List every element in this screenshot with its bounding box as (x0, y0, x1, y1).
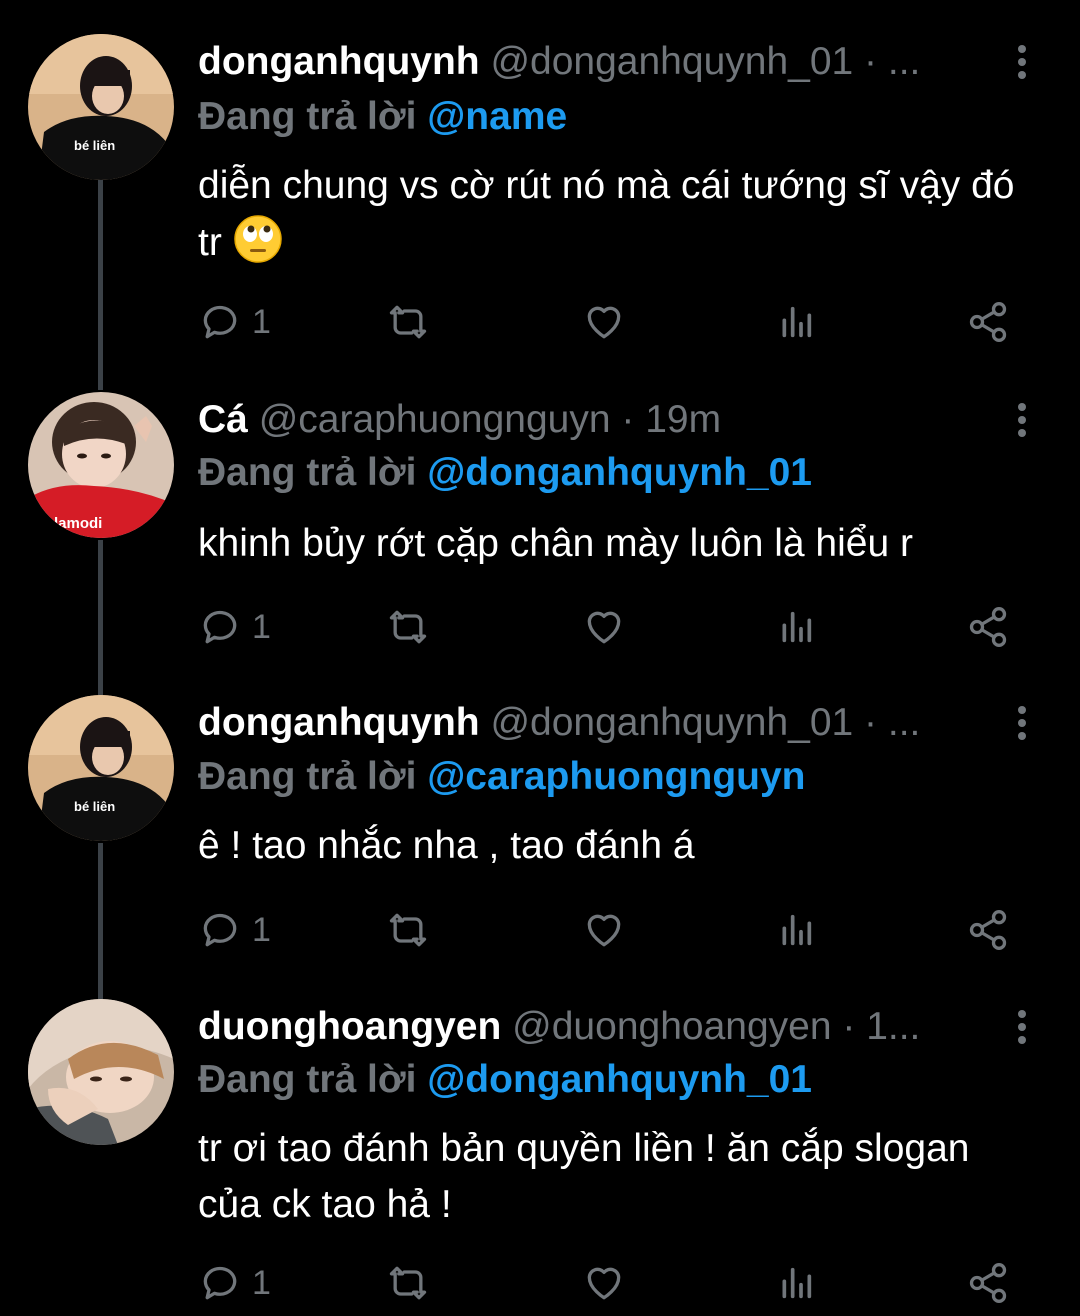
reply-button[interactable]: 1 (198, 602, 271, 652)
reply-button[interactable]: 1 (198, 1258, 271, 1308)
like-button[interactable] (582, 602, 626, 652)
retweet-button[interactable] (386, 602, 430, 652)
replying-to: Đang trả lời @caraphuongnguyn (198, 752, 805, 802)
reply-bubble-icon (203, 610, 237, 644)
tweet-text: khinh bủy rớt cặp chân mày luôn là hiểu … (198, 516, 1028, 572)
heart-icon (587, 611, 621, 644)
tweet-header: Cá @caraphuongnguyn · 19m (198, 396, 960, 444)
retweet-icon (389, 913, 427, 947)
share-button[interactable] (966, 1258, 1010, 1308)
timestamp: · 19m (621, 398, 722, 441)
views-button[interactable] (776, 602, 816, 652)
share-icon (969, 1263, 1007, 1303)
user-handle[interactable]: @duonghoangyen (512, 1005, 831, 1048)
display-name[interactable]: duonghoangyen (198, 1005, 501, 1048)
reply-button[interactable]: 1 (198, 297, 271, 347)
tweet-actions: 1 (198, 297, 1028, 347)
reply-mention-link[interactable]: @donganhquynh_01 (427, 1058, 812, 1101)
user-handle[interactable]: @donganhquynh_01 (490, 701, 853, 744)
heart-icon (587, 914, 621, 947)
avatar[interactable]: bé liên (28, 34, 174, 180)
like-button[interactable] (582, 297, 626, 347)
reply-count: 1 (252, 910, 271, 949)
like-button[interactable] (582, 905, 626, 955)
reply-bubble-icon (203, 913, 237, 947)
reply-prefix: Đang trả lời (198, 451, 417, 494)
retweet-icon (389, 1266, 427, 1300)
avatar[interactable] (28, 999, 174, 1145)
timestamp: · 1... (842, 1005, 921, 1048)
views-button[interactable] (776, 905, 816, 955)
retweet-icon (389, 610, 427, 644)
user-handle[interactable]: @caraphuongnguyn (259, 398, 611, 441)
tweet-text: tr ơi tao đánh bản quyền liền ! ăn cắp s… (198, 1121, 1028, 1233)
tweet-body: ê ! tao nhắc nha , tao đánh á (198, 824, 695, 867)
reply-count: 1 (252, 607, 271, 646)
tweet-header: donganhquynh @donganhquynh_01 · ... (198, 699, 960, 747)
tweet-body: diễn chung vs cờ rút nó mà cái tướng sĩ … (198, 164, 1015, 264)
analytics-bars-icon (782, 306, 812, 338)
tweet-actions: 1 (198, 602, 1028, 652)
svg-text:bé liên: bé liên (74, 799, 115, 814)
timestamp: · ... (864, 701, 921, 744)
reply-bubble-icon (203, 305, 237, 339)
analytics-bars-icon (782, 1267, 812, 1299)
more-vertical-icon[interactable] (1010, 699, 1034, 747)
tweet-body: khinh bủy rớt cặp chân mày luôn là hiểu … (198, 522, 913, 565)
retweet-button[interactable] (386, 297, 430, 347)
more-vertical-icon[interactable] (1010, 396, 1034, 444)
thread-line (98, 178, 103, 390)
reply-button[interactable]: 1 (198, 905, 271, 955)
share-button[interactable] (966, 602, 1010, 652)
thread-line (98, 540, 103, 695)
reply-prefix: Đang trả lời (198, 1058, 417, 1101)
replying-to: Đang trả lời @donganhquynh_01 (198, 1055, 812, 1105)
reply-prefix: Đang trả lời (198, 95, 417, 138)
heart-icon (587, 306, 621, 339)
retweet-button[interactable] (386, 1258, 430, 1308)
tweet-text: diễn chung vs cờ rút nó mà cái tướng sĩ … (198, 158, 1028, 271)
reply-mention-link[interactable]: @caraphuongnguyn (427, 755, 805, 798)
reply-mention-link[interactable]: @donganhquynh_01 (427, 451, 812, 494)
replying-to: Đang trả lời @donganhquynh_01 (198, 448, 812, 498)
reply-count: 1 (252, 302, 271, 341)
tweet-actions: 1 (198, 905, 1028, 955)
share-icon (969, 302, 1007, 342)
display-name[interactable]: donganhquynh (198, 40, 480, 83)
retweet-button[interactable] (386, 905, 430, 955)
display-name[interactable]: Cá (198, 398, 248, 441)
reply-count: 1 (252, 1263, 271, 1302)
thread-line (98, 843, 103, 999)
tweet-body: tr ơi tao đánh bản quyền liền ! ăn cắp s… (198, 1127, 970, 1226)
reply-bubble-icon (203, 1266, 237, 1300)
svg-text:bé liên: bé liên (74, 138, 115, 153)
share-button[interactable] (966, 297, 1010, 347)
reply-mention-link[interactable]: @name (427, 95, 567, 138)
share-button[interactable] (966, 905, 1010, 955)
display-name[interactable]: donganhquynh (198, 701, 480, 744)
share-icon (969, 910, 1007, 950)
more-vertical-icon[interactable] (1010, 1003, 1034, 1051)
analytics-bars-icon (782, 914, 812, 946)
avatar[interactable]: bé liên (28, 695, 174, 841)
views-button[interactable] (776, 297, 816, 347)
retweet-icon (389, 305, 427, 339)
like-button[interactable] (582, 1258, 626, 1308)
more-vertical-icon[interactable] (1010, 38, 1034, 86)
views-button[interactable] (776, 1258, 816, 1308)
share-icon (969, 607, 1007, 647)
analytics-bars-icon (782, 611, 812, 643)
tweet-text: ê ! tao nhắc nha , tao đánh á (198, 818, 1028, 874)
face-with-rolling-eyes-emoji (233, 215, 282, 263)
tweet-header: donganhquynh @donganhquynh_01 · ... (198, 38, 960, 86)
heart-icon (587, 1267, 621, 1300)
user-handle[interactable]: @donganhquynh_01 (490, 40, 853, 83)
timestamp: · ... (864, 40, 921, 83)
tweet-actions: 1 (198, 1258, 1028, 1308)
avatar[interactable]: lamodi (28, 392, 174, 538)
reply-prefix: Đang trả lời (198, 755, 417, 798)
tweet-header: duonghoangyen @duonghoangyen · 1... (198, 1003, 960, 1051)
svg-text:lamodi: lamodi (54, 515, 102, 532)
replying-to: Đang trả lời @name (198, 92, 567, 142)
